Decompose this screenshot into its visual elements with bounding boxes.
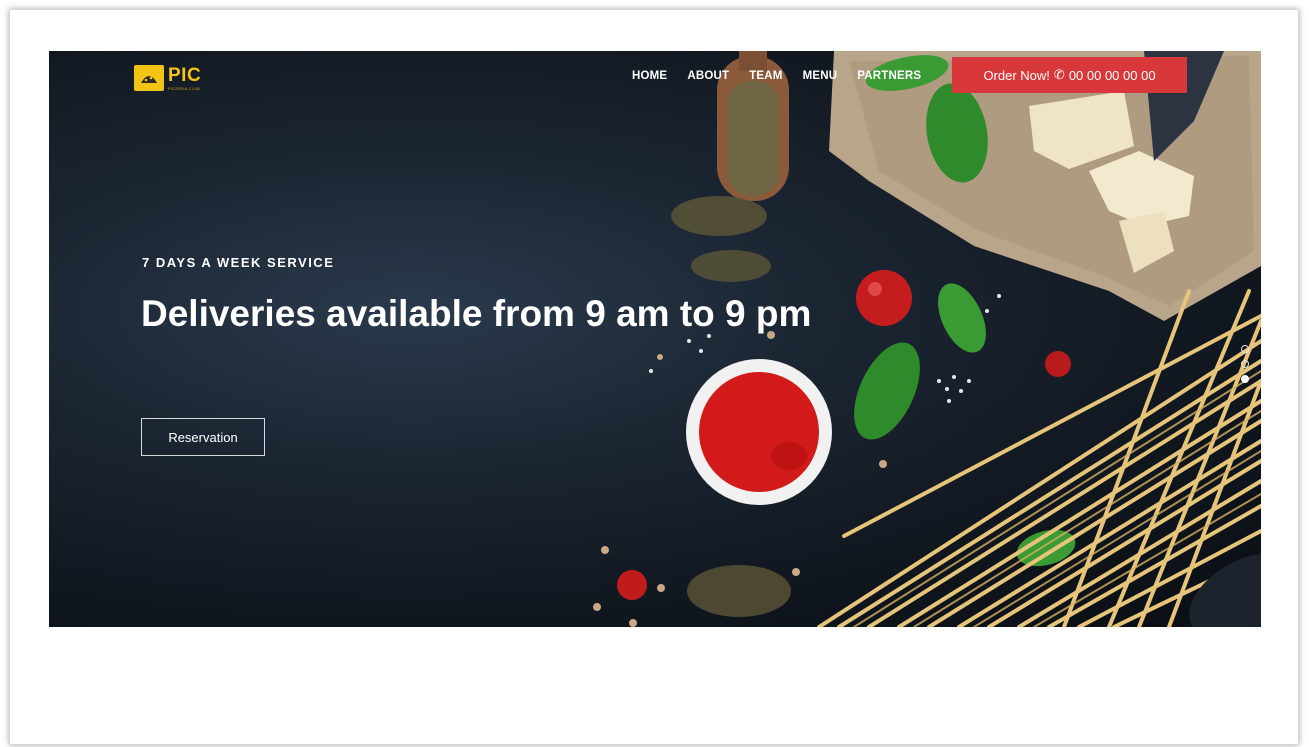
hero-section: PIC PIZZERIA CLUB HOME ABOUT TEAM MENU P… [49, 51, 1261, 627]
order-now-button[interactable]: Order Now! ✆ 00 00 00 00 00 [952, 57, 1187, 93]
slider-dot-1[interactable] [1241, 345, 1249, 353]
order-phone: 00 00 00 00 00 [1068, 67, 1156, 83]
food-background-image [593, 51, 1261, 627]
main-nav: HOME ABOUT TEAM MENU PARTNERS [632, 70, 941, 82]
nav-about[interactable]: ABOUT [687, 70, 729, 82]
hero-kicker: 7 DAYS A WEEK SERVICE [142, 255, 335, 270]
nav-home[interactable]: HOME [632, 70, 667, 82]
hero-headline: Deliveries available from 9 am to 9 pm [141, 293, 812, 334]
pizza-icon [134, 65, 164, 91]
logo-subtext: PIZZERIA CLUB [168, 85, 201, 91]
nav-menu[interactable]: MENU [803, 70, 838, 82]
reservation-button[interactable]: Reservation [141, 418, 265, 456]
nav-partners[interactable]: PARTNERS [857, 70, 921, 82]
slider-dots [1241, 345, 1249, 383]
order-label: Order Now! [983, 67, 1050, 83]
nav-team[interactable]: TEAM [749, 70, 782, 82]
phone-icon: ✆ [1053, 67, 1065, 82]
logo-text: PIC [168, 64, 202, 86]
slider-dot-2[interactable] [1241, 360, 1249, 368]
slider-dot-3[interactable] [1241, 375, 1249, 383]
site-logo[interactable]: PIC PIZZERIA CLUB [134, 65, 201, 91]
